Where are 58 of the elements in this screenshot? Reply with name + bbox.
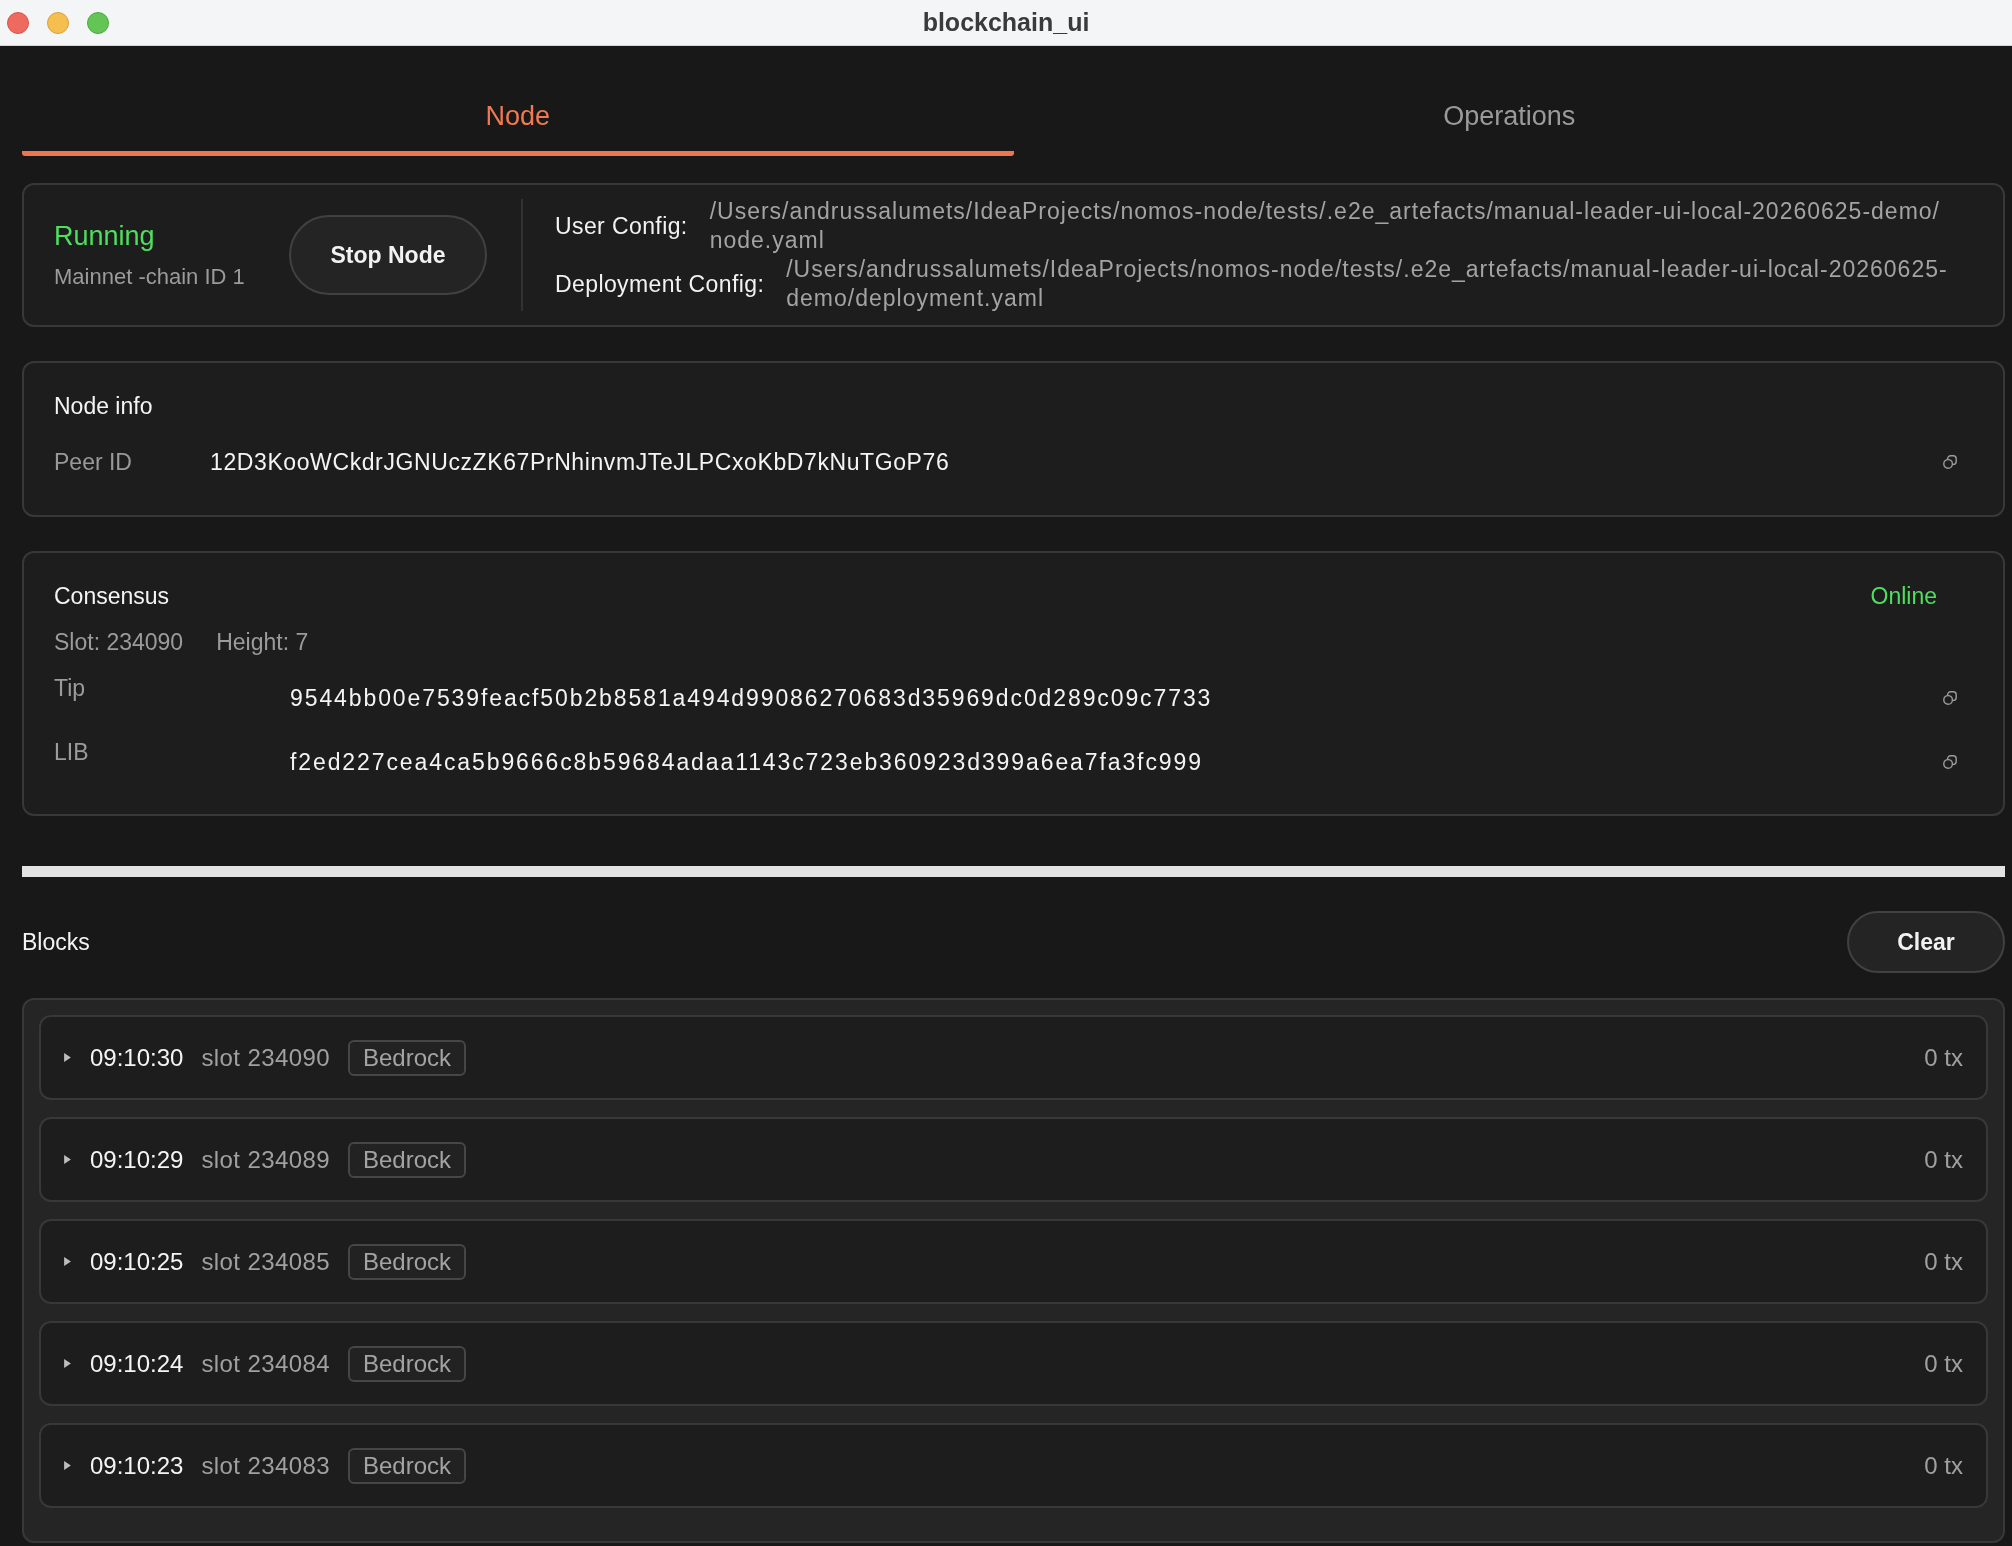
stop-node-button[interactable]: Stop Node [289, 215, 487, 295]
height-label: Height: 7 [216, 628, 309, 657]
block-tag: Bedrock [347, 1243, 466, 1280]
block-time: 09:10:29 [90, 1145, 184, 1174]
copy-icon[interactable] [1943, 755, 1957, 769]
tx-count: 0 tx [1924, 1043, 1963, 1072]
caret-right-icon[interactable] [64, 1359, 71, 1368]
block-row[interactable]: 09:10:24 slot 234084 Bedrock 0 tx [39, 1321, 1988, 1406]
tx-count: 0 tx [1924, 1349, 1963, 1378]
block-row[interactable]: 09:10:23 slot 234083 Bedrock 0 tx [39, 1423, 1988, 1508]
card-title: Consensus [54, 582, 170, 611]
block-row[interactable]: 09:10:25 slot 234085 Bedrock 0 tx [39, 1219, 1988, 1304]
peer-id-value: 12D3KooWCkdrJGNUczZK67PrNhinvmJTeJLPCxoKbD7kNuTGoP76 [210, 448, 951, 477]
hash-value: f2ed227cea4ca5b9666c8b59684adaa1143c723eb360923d399a6ea7fa3fc999 [290, 748, 1204, 777]
caret-right-icon[interactable] [64, 1053, 71, 1062]
block-tag: Bedrock [347, 1345, 466, 1382]
hash-value: 9544bb00e7539feacf50b2b8581a494d99086270683d35969dc0d289c09c7733 [290, 684, 1214, 713]
config-label: Deployment Config: [555, 270, 765, 298]
window-title: blockchain_ui [922, 8, 1090, 37]
caret-right-icon[interactable] [64, 1155, 71, 1164]
clear-button[interactable]: Clear [1847, 911, 2005, 973]
block-slot: slot 234085 [201, 1247, 330, 1276]
block-slot: slot 234090 [201, 1043, 330, 1072]
block-tag: Bedrock [347, 1447, 466, 1484]
config-label: User Config: [555, 212, 688, 240]
caret-right-icon[interactable] [64, 1257, 71, 1266]
node-state-label: Running [54, 219, 156, 252]
tx-count: 0 tx [1924, 1247, 1963, 1276]
block-row[interactable]: 09:10:29 slot 234089 Bedrock 0 tx [39, 1117, 1988, 1202]
block-time: 09:10:30 [90, 1043, 184, 1072]
block-slot: slot 234083 [201, 1451, 330, 1480]
block-slot: slot 234084 [201, 1349, 330, 1378]
block-time: 09:10:23 [90, 1451, 184, 1480]
slot-label: Slot: 234090 [54, 628, 184, 657]
status-label: Online [1870, 582, 1937, 611]
block-tag: Bedrock [347, 1141, 466, 1178]
tx-count: 0 tx [1924, 1145, 1963, 1174]
config-path: /Users/andrussalumets/IdeaProjects/nomos-node/tests/.e2e_artefacts/manual-leader-ui-local-20260625-demo/deployment.yaml [786, 255, 1949, 313]
block-time: 09:10:24 [90, 1349, 184, 1378]
tab[interactable]: Operations [1013, 46, 2005, 156]
field-label: Tip [54, 674, 87, 703]
tx-count: 0 tx [1924, 1451, 1963, 1480]
splitter-handle[interactable] [22, 866, 2005, 877]
field-label: Peer ID [54, 448, 133, 477]
window-close-button[interactable] [7, 11, 29, 34]
block-slot: slot 234089 [201, 1145, 330, 1174]
card-title: Node info [54, 392, 154, 421]
copy-icon[interactable] [1943, 455, 1957, 469]
section-title: Blocks [22, 928, 90, 956]
block-row[interactable]: 09:10:30 slot 234090 Bedrock 0 tx [39, 1015, 1988, 1100]
copy-icon[interactable] [1943, 691, 1957, 705]
caret-right-icon[interactable] [64, 1461, 71, 1470]
window-zoom-button[interactable] [87, 11, 109, 34]
block-tag: Bedrock [347, 1039, 466, 1076]
block-time: 09:10:25 [90, 1247, 184, 1276]
field-label: LIB [54, 738, 90, 767]
network-label: Mainnet -chain ID 1 [54, 262, 246, 291]
tab[interactable]: Node [22, 46, 1014, 156]
